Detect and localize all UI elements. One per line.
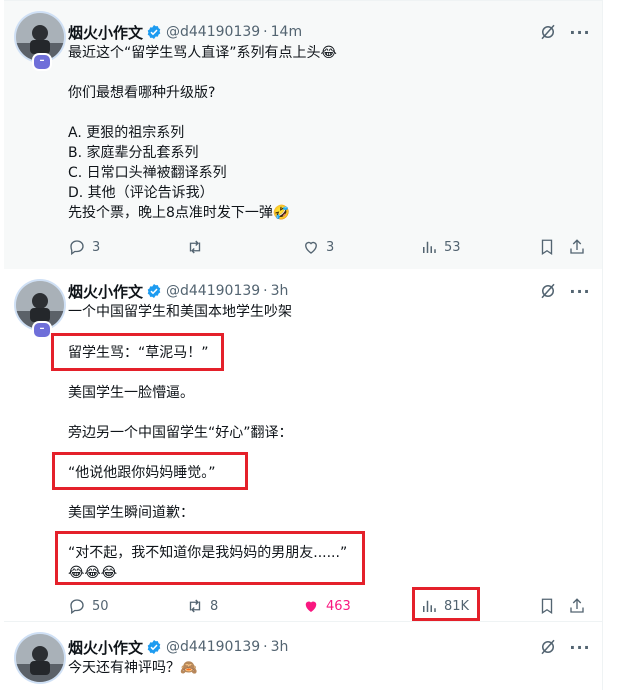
tweet[interactable]: – 烟火小作文 @d44190139 · 14m ··· 最近这个“留学生骂人直…: [4, 0, 602, 270]
grok-icon[interactable]: [538, 281, 558, 301]
more-icon[interactable]: ···: [569, 281, 590, 301]
avatar-badge-icon: –: [32, 53, 52, 71]
bookmark-icon: [541, 239, 553, 256]
author-name[interactable]: 烟火小作文: [68, 281, 143, 302]
author-name[interactable]: 烟火小作文: [68, 22, 143, 43]
share-button[interactable]: [568, 238, 586, 256]
repost-count: 8: [210, 598, 219, 614]
verified-badge-icon: [147, 640, 161, 654]
more-icon[interactable]: ···: [569, 637, 590, 657]
tweet-header: 烟火小作文 @d44190139 · 3h ···: [68, 637, 591, 658]
repost-icon: [189, 240, 201, 254]
avatar-badge-icon: –: [32, 321, 52, 339]
verified-badge-icon: [147, 25, 161, 39]
views-icon: [423, 600, 436, 612]
like-icon: [305, 241, 317, 254]
views-button[interactable]: 53: [420, 238, 461, 256]
like-button[interactable]: 463: [302, 597, 351, 615]
author-name[interactable]: 烟火小作文: [68, 637, 143, 658]
tweet-header: 烟火小作文 @d44190139 · 14m ···: [68, 22, 591, 43]
share-icon: [570, 598, 584, 613]
avatar[interactable]: –: [16, 13, 64, 71]
reply-count: 3: [92, 239, 101, 255]
more-icon[interactable]: ···: [569, 22, 590, 42]
tweet[interactable]: – 烟火小作文 @d44190139 · 3h ··· 一个中国留学生和美国本地…: [4, 269, 602, 622]
reply-icon: [70, 599, 84, 615]
tweet-time[interactable]: 3h: [271, 283, 289, 299]
repost-icon: [189, 599, 201, 613]
tweet[interactable]: 烟火小作文 @d44190139 · 3h ··· 今天还有神评吗？🙈: [4, 622, 602, 690]
avatar-image: [16, 634, 64, 682]
reply-icon: [70, 240, 84, 256]
share-button[interactable]: [568, 597, 586, 615]
tweet-text-line: 美国学生瞬间道歉：: [68, 505, 194, 521]
views-icon: [423, 241, 436, 253]
views-count: 81K: [444, 598, 470, 614]
verified-badge-icon: [147, 284, 161, 298]
bookmark-icon: [541, 598, 553, 615]
avatar[interactable]: –: [16, 281, 64, 339]
highlight-box: [52, 452, 248, 490]
tweet-text: 今天还有神评吗？🙈: [68, 660, 198, 676]
like-button[interactable]: 3: [302, 238, 334, 256]
highlight-box: [51, 333, 224, 371]
tweet-text-line: 美国学生一脸懵逼。: [68, 385, 194, 401]
views-button[interactable]: 81K: [420, 597, 469, 615]
tweet-actions: 50 8 463 81K: [68, 596, 590, 616]
highlight-box: [55, 531, 365, 585]
like-count: 3: [326, 239, 335, 255]
tweet-header: 烟火小作文 @d44190139 · 3h ···: [68, 281, 591, 302]
reply-count: 50: [92, 598, 109, 614]
timeline-feed: – 烟火小作文 @d44190139 · 14m ··· 最近这个“留学生骂人直…: [4, 0, 603, 690]
author-handle[interactable]: @d44190139: [166, 639, 260, 655]
tweet-time[interactable]: 3h: [271, 639, 289, 655]
tweet-text-line: 旁边另一个中国留学生“好心”翻译：: [68, 425, 293, 441]
tweet-actions: 3 3 53: [68, 237, 590, 257]
tweet-text-line: 一个中国留学生和美国本地学生吵架: [68, 304, 292, 320]
reply-button[interactable]: 3: [68, 238, 100, 256]
repost-button[interactable]: [186, 238, 210, 256]
views-count: 53: [444, 239, 461, 255]
bookmark-button[interactable]: [538, 238, 556, 256]
tweet-text: 最近这个“留学生骂人直译”系列有点上头😂 你们最想看哪种升级版? A. 更狠的祖…: [68, 45, 337, 221]
author-handle[interactable]: @d44190139: [166, 283, 260, 299]
grok-icon[interactable]: [538, 637, 558, 657]
grok-icon[interactable]: [538, 22, 558, 42]
repost-button[interactable]: 8: [186, 597, 218, 615]
tweet-time[interactable]: 14m: [271, 24, 302, 40]
reply-button[interactable]: 50: [68, 597, 109, 615]
like-count: 463: [326, 598, 351, 614]
avatar[interactable]: [16, 634, 64, 682]
author-handle[interactable]: @d44190139: [166, 24, 260, 40]
share-icon: [570, 239, 584, 254]
bookmark-button[interactable]: [538, 597, 556, 615]
like-icon: [305, 601, 317, 612]
